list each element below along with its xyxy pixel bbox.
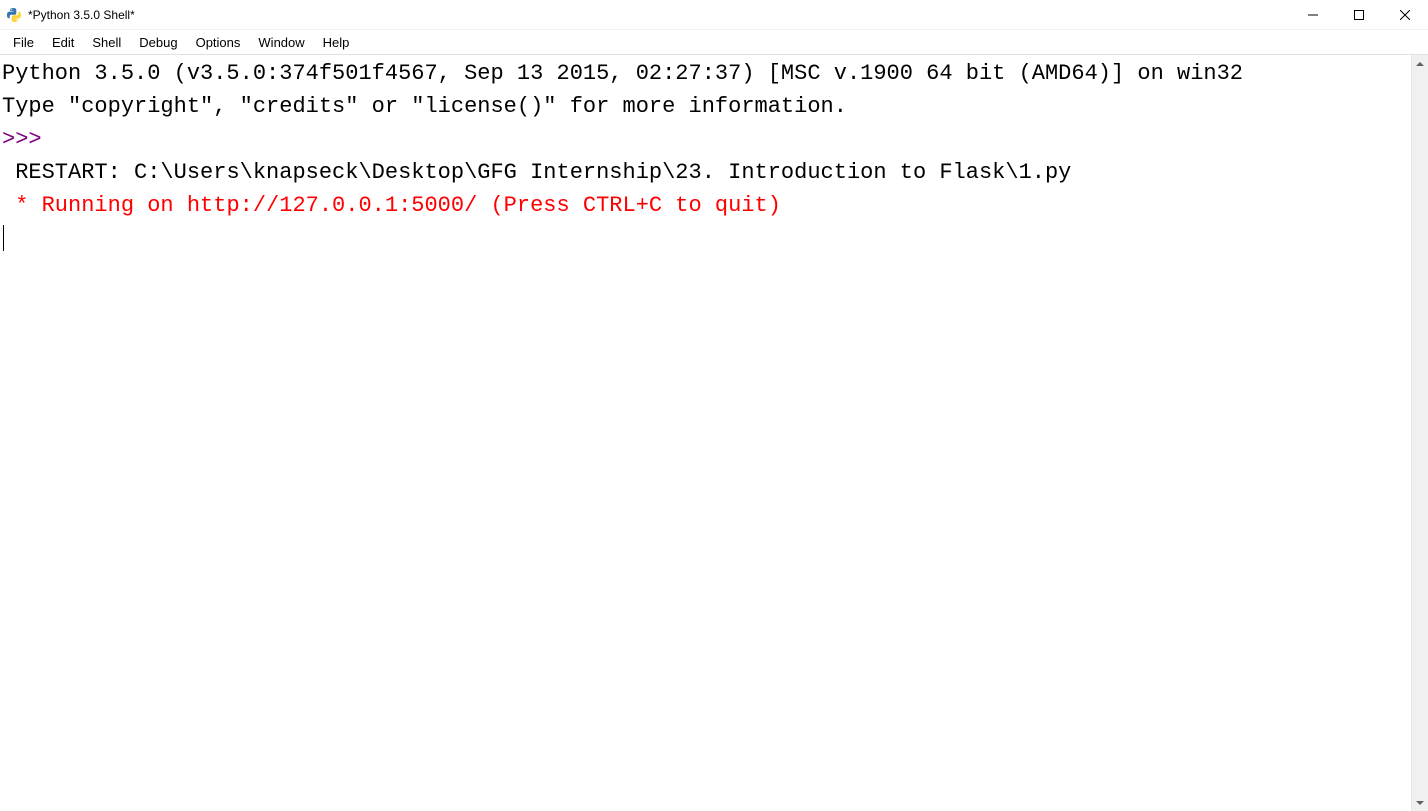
shell-restart-line: RESTART: C:\Users\knapseck\Desktop\GFG I… [2, 160, 1085, 185]
text-cursor [3, 225, 4, 251]
vertical-scrollbar[interactable] [1411, 55, 1428, 811]
maximize-button[interactable] [1336, 0, 1382, 30]
chevron-up-icon [1416, 62, 1424, 66]
python-icon [6, 7, 22, 23]
title-bar: *Python 3.5.0 Shell* [0, 0, 1428, 30]
minimize-button[interactable] [1290, 0, 1336, 30]
menu-window[interactable]: Window [249, 32, 313, 53]
maximize-icon [1354, 10, 1364, 20]
shell-running-line: * Running on http://127.0.0.1:5000/ (Pre… [2, 193, 781, 218]
menu-options[interactable]: Options [187, 32, 250, 53]
window-title: *Python 3.5.0 Shell* [28, 8, 135, 22]
title-left: *Python 3.5.0 Shell* [6, 7, 135, 23]
shell-banner-line2: Type "copyright", "credits" or "license(… [2, 94, 847, 119]
scroll-down-arrow[interactable] [1412, 794, 1428, 811]
shell-banner-line1: Python 3.5.0 (v3.5.0:374f501f4567, Sep 1… [2, 61, 1243, 86]
close-button[interactable] [1382, 0, 1428, 30]
menu-shell[interactable]: Shell [83, 32, 130, 53]
content-wrapper: Python 3.5.0 (v3.5.0:374f501f4567, Sep 1… [0, 55, 1428, 811]
shell-prompt: >>> [2, 127, 55, 152]
menu-help[interactable]: Help [314, 32, 359, 53]
menu-bar: File Edit Shell Debug Options Window Hel… [0, 30, 1428, 55]
shell-text-area[interactable]: Python 3.5.0 (v3.5.0:374f501f4567, Sep 1… [0, 55, 1411, 811]
minimize-icon [1308, 10, 1318, 20]
scroll-up-arrow[interactable] [1412, 55, 1428, 72]
close-icon [1400, 10, 1410, 20]
menu-edit[interactable]: Edit [43, 32, 83, 53]
menu-file[interactable]: File [4, 32, 43, 53]
chevron-down-icon [1416, 801, 1424, 805]
menu-debug[interactable]: Debug [130, 32, 186, 53]
window-controls [1290, 0, 1428, 29]
